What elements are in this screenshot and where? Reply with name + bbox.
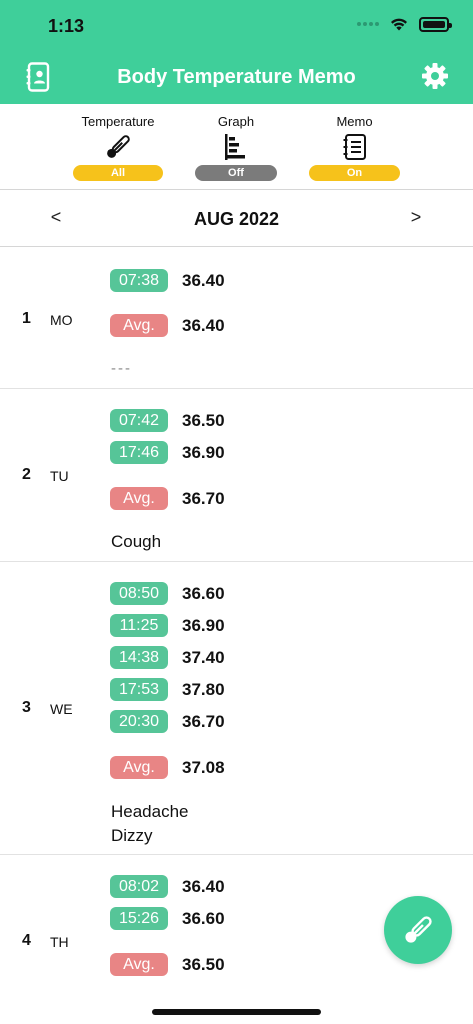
temperature-state-badge: All bbox=[73, 165, 163, 181]
day-entry[interactable]: 2 TU 07:42 36.50 17:46 36.90 Avg. 36.70 … bbox=[0, 389, 473, 562]
day-weekday: TH bbox=[50, 934, 69, 950]
memo-text: Cough bbox=[111, 532, 162, 551]
time-chip: 17:53 bbox=[110, 678, 168, 701]
average-value: 37.08 bbox=[182, 758, 225, 777]
temperature-value: 36.40 bbox=[182, 877, 225, 896]
temperature-value: 36.70 bbox=[182, 712, 225, 731]
average-value: 36.40 bbox=[182, 316, 225, 335]
day-number: 4 bbox=[22, 932, 31, 949]
temperature-value: 37.40 bbox=[182, 648, 225, 667]
memo-state-badge: On bbox=[309, 165, 400, 181]
day-number: 2 bbox=[22, 466, 31, 483]
time-chip: 08:50 bbox=[110, 582, 168, 605]
average-chip: Avg. bbox=[110, 756, 168, 779]
time-chip: 07:42 bbox=[110, 409, 168, 432]
battery-icon bbox=[419, 16, 452, 32]
thermometer-icon bbox=[405, 916, 432, 943]
app-header: 1:13 Body Temperature Memo bbox=[0, 0, 473, 104]
time-chip: 07:38 bbox=[110, 269, 168, 292]
average-value: 36.50 bbox=[182, 955, 225, 974]
day-weekday: MO bbox=[50, 312, 73, 328]
day-weekday: TU bbox=[50, 468, 69, 484]
memo-text: --- bbox=[111, 360, 132, 377]
filter-toolbar: Temperature All Graph Off Memo On bbox=[0, 104, 473, 190]
average-chip: Avg. bbox=[110, 487, 168, 510]
time-chip: 11:25 bbox=[110, 614, 168, 637]
temperature-toggle[interactable]: Temperature All bbox=[73, 114, 163, 181]
memo-label: Memo bbox=[336, 114, 373, 129]
day-number: 3 bbox=[22, 699, 31, 716]
graph-label: Graph bbox=[217, 114, 255, 129]
average-chip: Avg. bbox=[110, 314, 168, 337]
temperature-value: 36.50 bbox=[182, 411, 225, 430]
status-icons bbox=[357, 16, 452, 32]
memo-text: Dizzy bbox=[111, 826, 153, 845]
day-entry[interactable]: 1 MO 07:38 36.40 Avg. 36.40 --- bbox=[0, 248, 473, 389]
bar-chart-icon bbox=[225, 134, 245, 160]
time-chip: 08:02 bbox=[110, 875, 168, 898]
day-entry[interactable]: 3 WE 08:50 36.60 11:25 36.90 14:38 37.40… bbox=[0, 562, 473, 855]
time-chip: 15:26 bbox=[110, 907, 168, 930]
average-value: 36.70 bbox=[182, 489, 225, 508]
time-chip: 17:46 bbox=[110, 441, 168, 464]
thermometer-icon bbox=[107, 135, 130, 158]
temperature-value: 36.90 bbox=[182, 616, 225, 635]
notebook-icon bbox=[343, 134, 366, 160]
temperature-value: 36.40 bbox=[182, 271, 225, 290]
time-chip: 14:38 bbox=[110, 646, 168, 669]
temperature-value: 36.60 bbox=[182, 584, 225, 603]
home-indicator bbox=[152, 1009, 321, 1015]
wifi-icon bbox=[391, 18, 407, 31]
memo-toggle[interactable]: Memo On bbox=[309, 114, 400, 181]
add-temperature-button[interactable] bbox=[384, 896, 452, 964]
graph-toggle[interactable]: Graph Off bbox=[195, 114, 277, 181]
temperature-value: 36.60 bbox=[182, 909, 225, 928]
month-navigator: < AUG 2022 > bbox=[0, 191, 473, 247]
day-weekday: WE bbox=[50, 701, 73, 717]
memo-text: Headache bbox=[111, 802, 189, 821]
graph-state-badge: Off bbox=[195, 165, 277, 181]
temperature-value: 37.80 bbox=[182, 680, 225, 699]
temperature-label: Temperature bbox=[81, 114, 155, 129]
next-month-button[interactable]: > bbox=[404, 207, 428, 228]
gear-icon[interactable] bbox=[421, 62, 449, 90]
time-chip: 20:30 bbox=[110, 710, 168, 733]
month-title: AUG 2022 bbox=[193, 209, 280, 229]
cellular-signal-icon bbox=[357, 22, 379, 26]
app-title: Body Temperature Memo bbox=[117, 66, 356, 88]
day-number: 1 bbox=[22, 310, 31, 327]
temperature-value: 36.90 bbox=[182, 443, 225, 462]
status-time: 1:13 bbox=[48, 16, 85, 36]
average-chip: Avg. bbox=[110, 953, 168, 976]
